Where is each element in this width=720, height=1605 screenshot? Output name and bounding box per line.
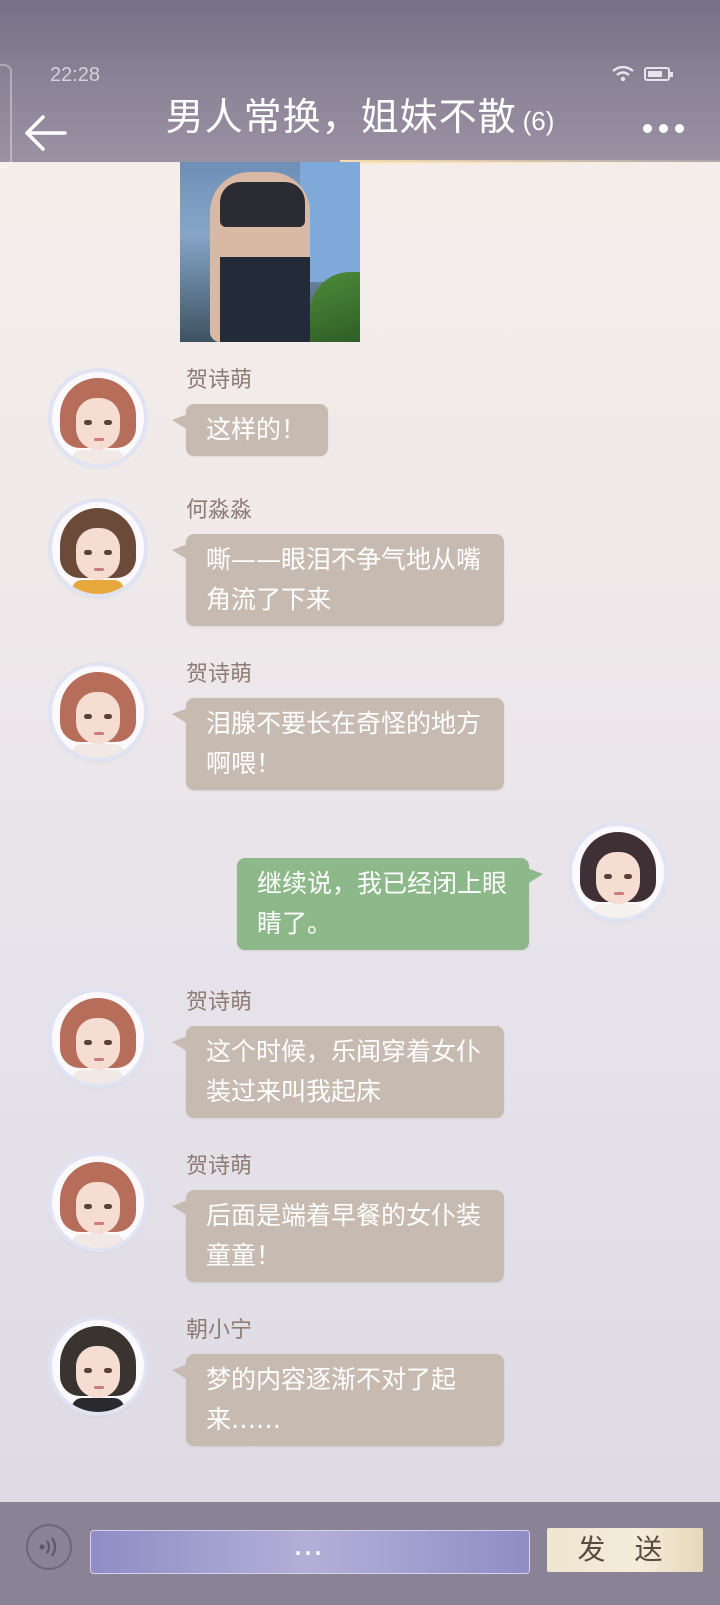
- avatar[interactable]: [52, 502, 144, 594]
- sender-name: 何淼淼: [186, 498, 253, 523]
- header: 22:28 男人常换，姐妹不散 (6): [0, 0, 720, 168]
- chat-title: 男人常换，姐妹不散 (6): [0, 86, 720, 141]
- input-bar: … 发 送: [0, 1502, 720, 1605]
- status-icons: [612, 66, 673, 82]
- chat-screen: 22:28 男人常换，姐妹不散 (6) 贺诗萌 这样的！ 何淼淼 嘶——眼泪不争…: [0, 0, 720, 1605]
- message-bubble[interactable]: 嘶——眼泪不争气地从嘴角流了下来: [172, 534, 504, 626]
- avatar[interactable]: [52, 1156, 144, 1248]
- message-bubble[interactable]: 泪腺不要长在奇怪的地方啊喂！: [172, 698, 504, 790]
- avatar[interactable]: [52, 992, 144, 1084]
- shared-photo[interactable]: [180, 162, 360, 342]
- sender-name: 贺诗萌: [186, 368, 253, 393]
- message-bubble[interactable]: 梦的内容逐渐不对了起来……: [172, 1354, 504, 1446]
- member-count: (6): [522, 106, 555, 136]
- battery-icon: [644, 67, 673, 81]
- sender-name: 朝小宁: [186, 1318, 253, 1343]
- voice-icon: [39, 1537, 57, 1557]
- message-bubble[interactable]: 这个时候，乐闻穿着女仆装过来叫我起床: [172, 1026, 504, 1118]
- message-list: 贺诗萌 这样的！ 何淼淼 嘶——眼泪不争气地从嘴角流了下来 贺诗萌 泪腺不要长在…: [0, 162, 720, 1502]
- voice-button[interactable]: [26, 1524, 72, 1570]
- wifi-icon: [612, 66, 634, 82]
- message-bubble-own[interactable]: 继续说，我已经闭上眼睛了。: [237, 858, 543, 950]
- message-input[interactable]: …: [90, 1530, 530, 1574]
- group-name: 男人常换，姐妹不散: [165, 95, 517, 139]
- send-button[interactable]: 发 送: [547, 1528, 703, 1572]
- more-icon[interactable]: [643, 124, 684, 133]
- sender-name: 贺诗萌: [186, 990, 253, 1015]
- avatar[interactable]: [52, 666, 144, 758]
- message-bubble[interactable]: 后面是端着早餐的女仆装童童！: [172, 1190, 504, 1282]
- avatar[interactable]: [52, 1320, 144, 1412]
- message-bubble[interactable]: 这样的！: [172, 404, 328, 456]
- sender-name: 贺诗萌: [186, 662, 253, 687]
- status-time: 22:28: [50, 64, 101, 86]
- avatar[interactable]: [52, 372, 144, 464]
- sender-name: 贺诗萌: [186, 1154, 253, 1179]
- avatar-own[interactable]: [572, 826, 664, 918]
